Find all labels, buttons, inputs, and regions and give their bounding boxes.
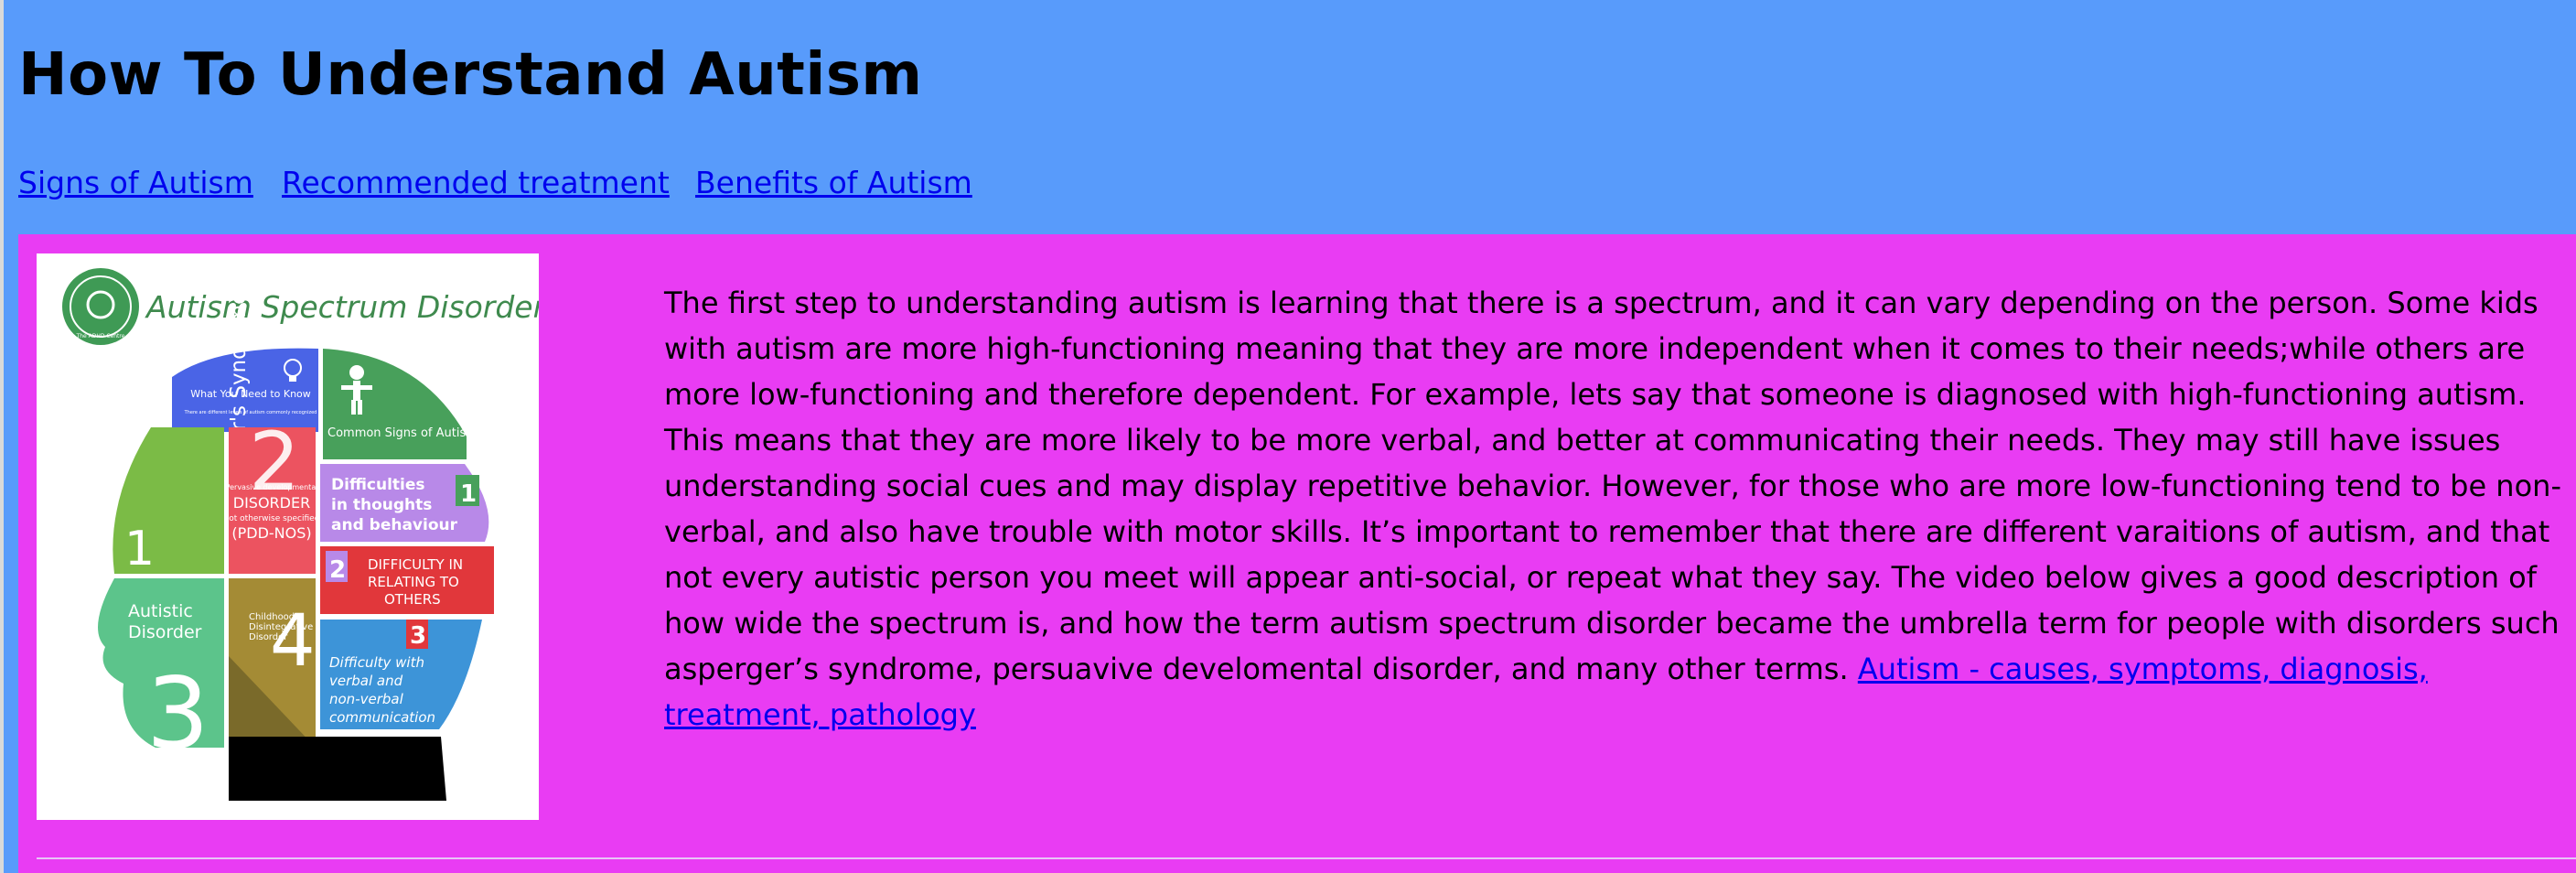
content-panel: The ADHD Centre Autism Spectrum Disorder… — [18, 234, 2576, 873]
autism-spectrum-infographic: The ADHD Centre Autism Spectrum Disorder… — [37, 253, 539, 820]
segment-common-signs — [323, 349, 467, 459]
section-divider — [37, 857, 2576, 859]
page-title: How To Understand Autism — [18, 41, 923, 109]
label-verbal-2: verbal and — [329, 673, 403, 689]
number-verbal: 3 — [410, 622, 426, 650]
number-thoughts: 1 — [460, 480, 477, 508]
adhd-centre-logo-icon: The ADHD Centre — [62, 268, 139, 345]
label-thoughts-1: Difficulties — [331, 476, 425, 494]
left-edge-strip — [0, 0, 4, 873]
label-verbal-4: communication — [329, 709, 435, 726]
number-pdd: 2 — [249, 415, 300, 509]
label-common-signs: Common Signs of Autism Found in Children — [327, 426, 539, 440]
logo-text: The ADHD Centre — [76, 333, 125, 340]
nav-link-signs-of-autism[interactable]: Signs of Autism — [18, 163, 253, 203]
article-body: The first step to understanding autism i… — [664, 280, 2576, 738]
label-autistic-2: Disorder — [128, 622, 202, 642]
article-text: The first step to understanding autism i… — [664, 286, 2561, 686]
segment-neck — [229, 737, 446, 801]
label-top-banner: What You Need to Know — [190, 388, 311, 400]
nav-link-benefits-of-autism[interactable]: Benefits of Autism — [695, 163, 972, 203]
label-relating-3: OTHERS — [384, 591, 441, 608]
number-relating: 2 — [329, 556, 346, 584]
label-relating-1: DIFFICULTY IN — [368, 556, 463, 573]
label-thoughts-2: in thoughts — [331, 496, 432, 514]
label-pdd-sub: not otherwise specified — [224, 514, 320, 523]
label-verbal-1: Difficulty with — [329, 654, 424, 671]
label-autistic-1: Autistic — [128, 601, 193, 621]
nav-link-recommended-treatment[interactable]: Recommended treatment — [282, 163, 670, 203]
label-verbal-3: non-verbal — [329, 691, 404, 707]
label-thoughts-3: and behaviour — [331, 516, 458, 534]
number-aspergers: 1 — [124, 522, 155, 577]
number-cdd: 4 — [270, 600, 316, 683]
label-relating-2: RELATING TO — [368, 574, 459, 590]
number-autistic: 3 — [146, 657, 209, 771]
infographic-heading: Autism Spectrum Disorders — [145, 289, 539, 325]
label-pdd-abbr: (PDD-NOS) — [231, 524, 311, 542]
